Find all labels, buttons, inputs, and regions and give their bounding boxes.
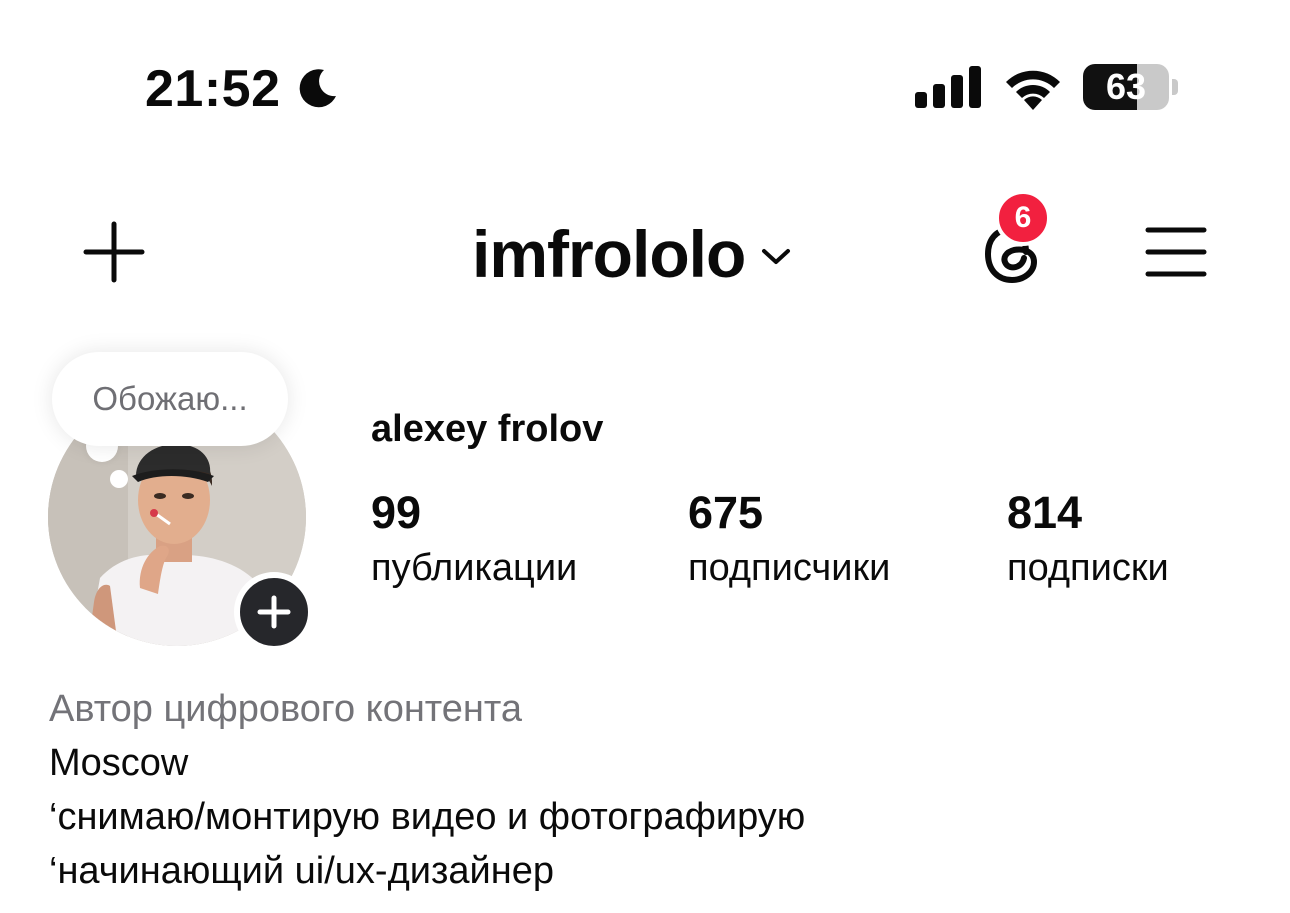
bio-line: ‘снимаю/монтирую видео и фотографирую [49, 796, 806, 838]
bio-category: Автор цифрового контента [49, 688, 523, 730]
battery-cap [1172, 79, 1178, 95]
moon-icon [299, 69, 336, 108]
create-plus-button[interactable] [82, 220, 146, 284]
bio-line: ‘начинающий ui/ux-дизайнер [49, 850, 555, 892]
stat-following[interactable]: 814 подписки [1007, 486, 1169, 596]
note-bubble-tail-small [110, 470, 128, 488]
stat-followers-value: 675 [688, 487, 764, 538]
profile-bio: Автор цифрового контента Moscow ‘снимаю/… [49, 682, 805, 898]
status-time: 21:52 [145, 60, 281, 118]
username-title: imfrololo [472, 217, 746, 291]
account-switcher[interactable]: imfrololo [472, 214, 791, 294]
plus-icon [257, 595, 291, 629]
stat-posts-label: публикации [371, 547, 578, 589]
cellular-signal-icon [915, 66, 981, 108]
hamburger-menu-icon[interactable] [1144, 224, 1208, 280]
chevron-down-icon [762, 249, 791, 264]
stat-following-value: 814 [1007, 487, 1083, 538]
stat-posts[interactable]: 99 публикации [371, 486, 577, 596]
stat-posts-value: 99 [371, 487, 422, 538]
battery-level: 63 [1105, 66, 1147, 107]
profile-full-name: alexey frolov [371, 408, 604, 450]
add-story-button[interactable] [234, 572, 314, 652]
threads-notification-badge: 6 [995, 190, 1051, 246]
wifi-icon [1006, 70, 1060, 110]
stat-following-label: подписки [1007, 547, 1169, 589]
profile-note-bubble[interactable]: Обожаю... [52, 352, 288, 446]
profile-note-text: Обожаю... [92, 380, 248, 417]
stat-followers[interactable]: 675 подписчики [688, 486, 890, 596]
stat-followers-label: подписчики [688, 547, 891, 589]
battery-icon: 63 [1083, 64, 1179, 110]
bio-line: Moscow [49, 742, 189, 784]
